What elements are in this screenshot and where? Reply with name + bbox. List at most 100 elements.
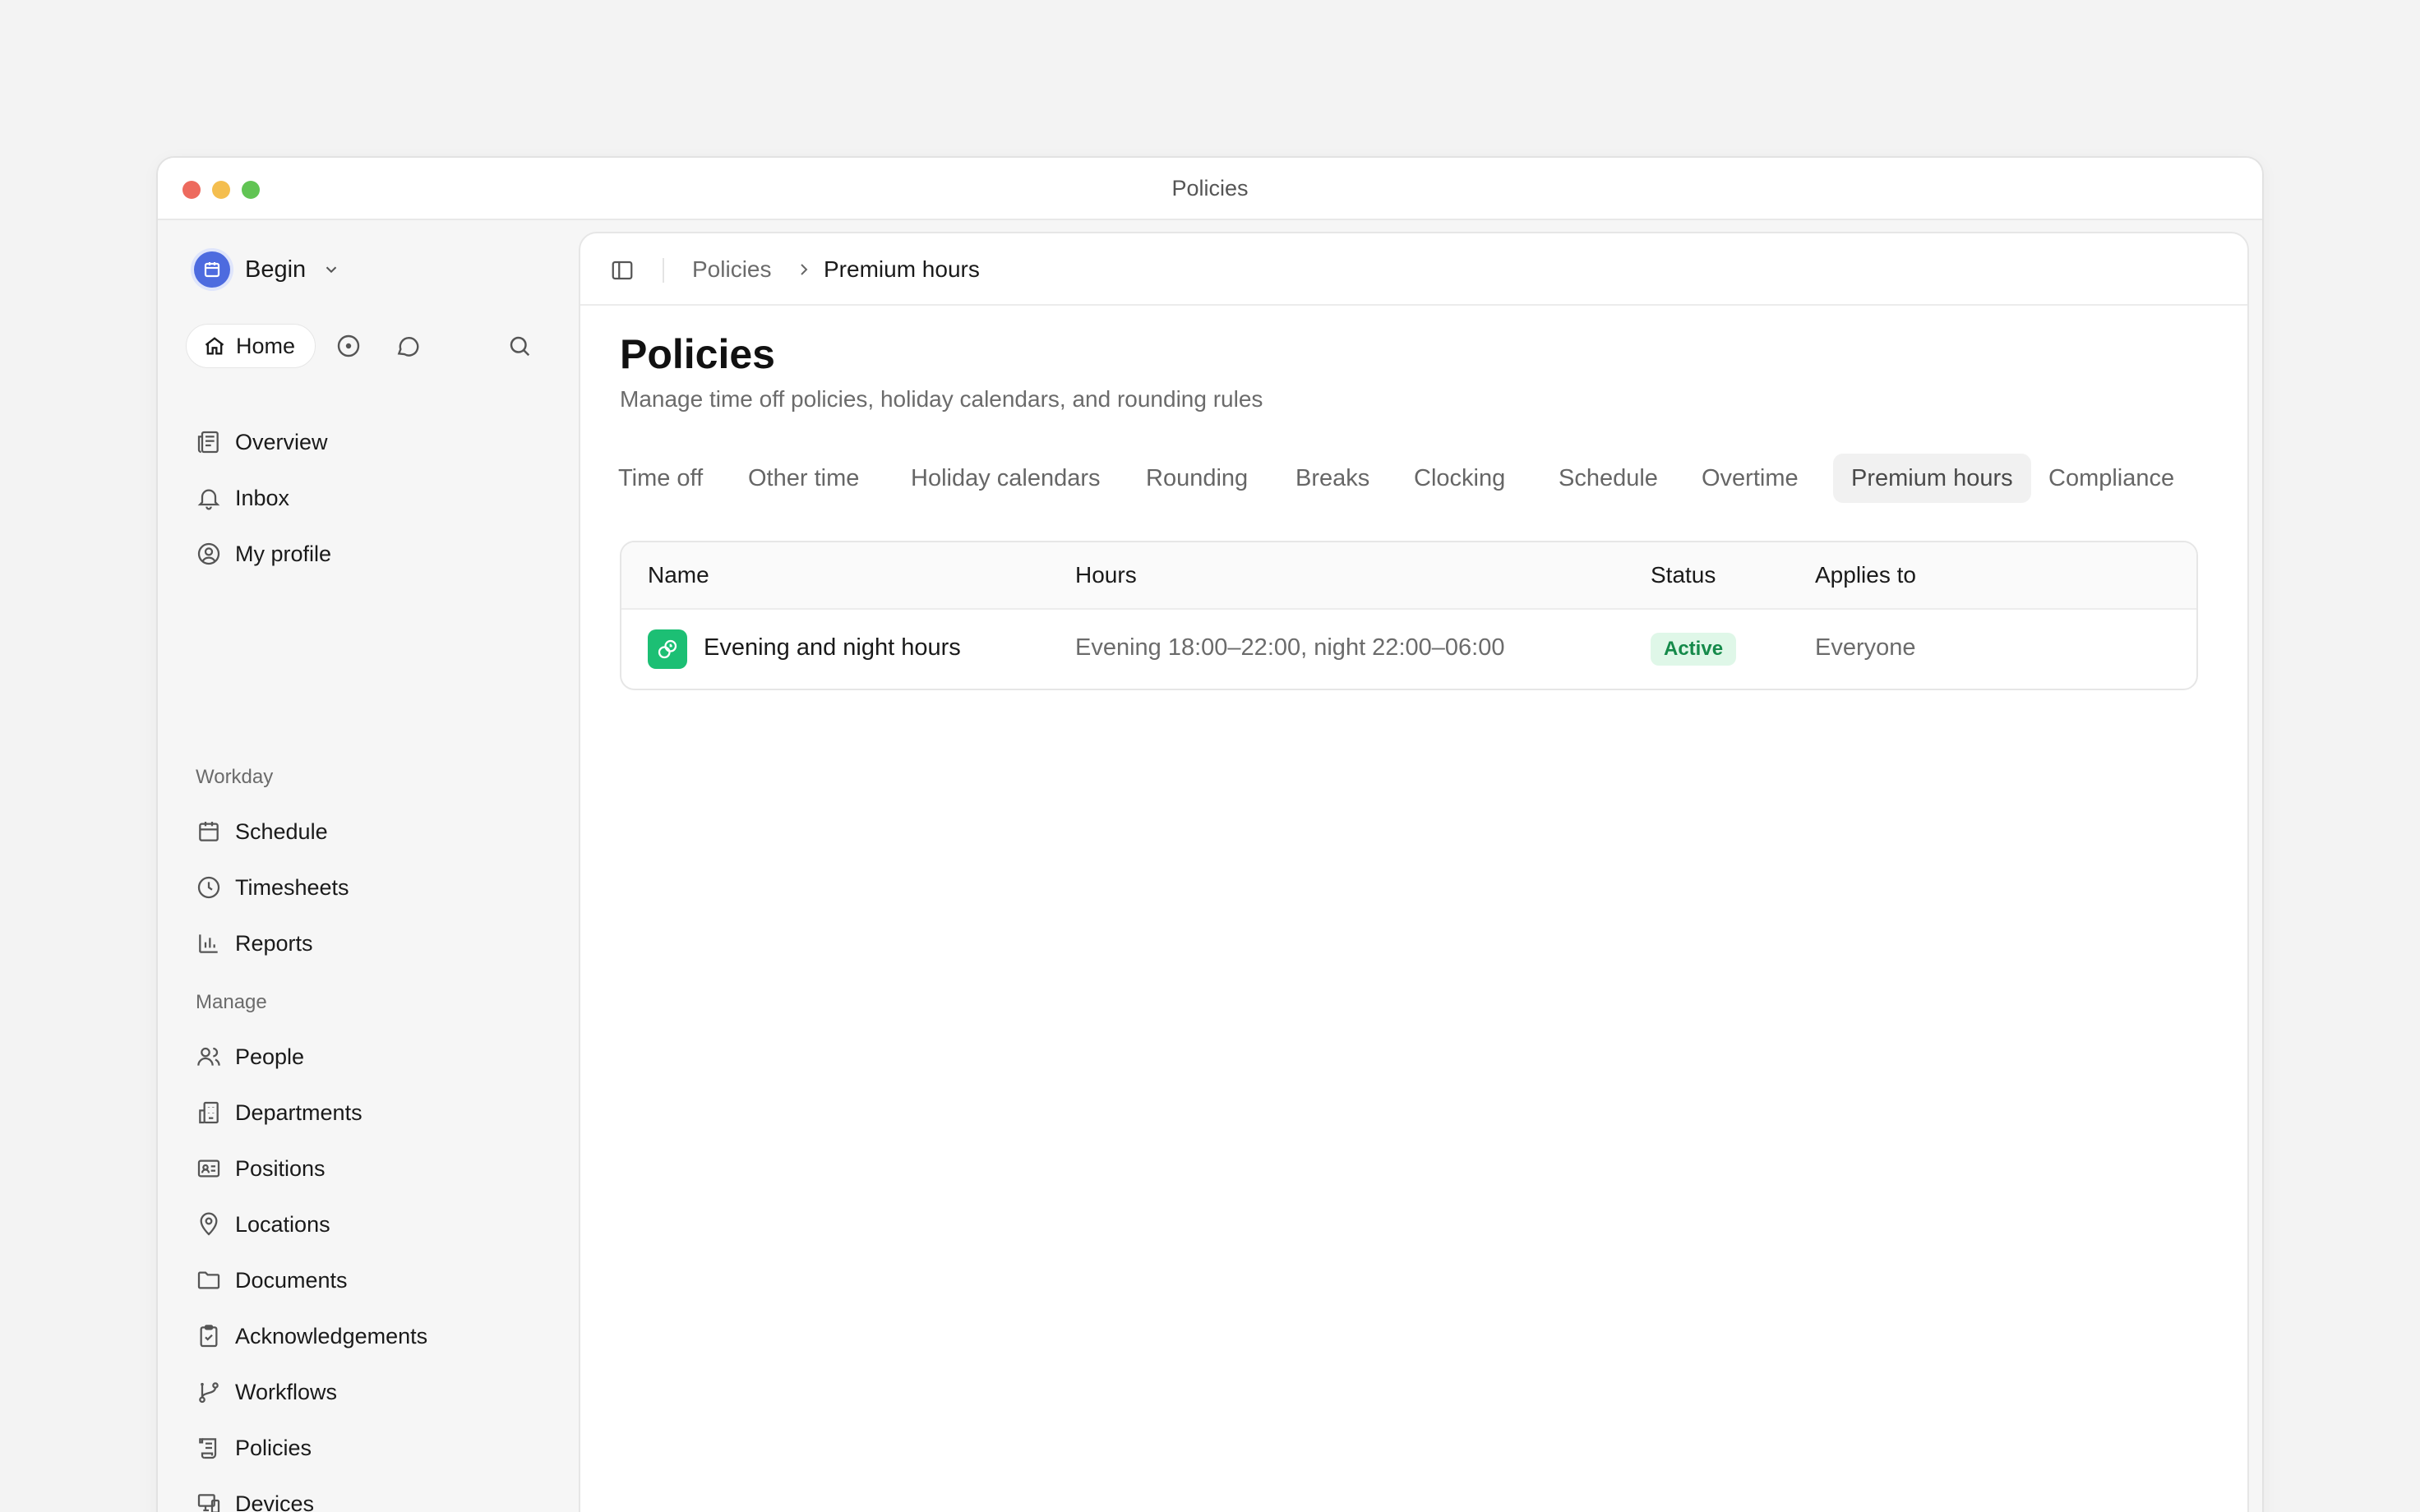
app-window: Policies Begin Home Overview Inbox My pr… (156, 156, 2264, 1512)
sidebar-item-workflows[interactable]: Workflows (196, 1376, 337, 1408)
sidebar-item-label: Workflows (235, 1379, 338, 1404)
tab-other-time[interactable]: Other time (730, 454, 877, 503)
page-subtitle: Manage time off policies, holiday calend… (620, 386, 1263, 412)
top-nav: Home (186, 324, 539, 368)
tab-schedule[interactable]: Schedule (1540, 454, 1676, 503)
messages-button[interactable] (393, 331, 423, 361)
sidebar-item-departments[interactable]: Departments (196, 1096, 363, 1129)
clipboard-check-icon (200, 1325, 218, 1348)
minimize-window-button[interactable] (212, 181, 230, 199)
sidebar-item-overview[interactable]: Overview (196, 426, 328, 459)
sidebar-item-label: Documents (235, 1267, 348, 1293)
breadcrumb-policies-link[interactable]: Policies (692, 256, 771, 283)
chevron-down-icon (326, 266, 337, 274)
sidebar-item-label: Policies (235, 1435, 312, 1460)
calendar-icon (199, 822, 219, 841)
workspace-switcher[interactable]: Begin (194, 251, 340, 288)
sidebar-item-acknowledgements[interactable]: Acknowledgements (196, 1320, 427, 1353)
sidebar-item-positions[interactable]: Positions (196, 1152, 326, 1185)
circle-dot-icon (337, 334, 360, 357)
chat-bubble-icon (397, 337, 419, 357)
users-icon (197, 1047, 220, 1066)
map-pin-icon (200, 1212, 218, 1236)
breadcrumb-bar: Policies Premium hours (580, 233, 2247, 306)
policy-applies-to: Everyone (1815, 634, 1916, 661)
tab-overtime[interactable]: Overtime (1683, 454, 1817, 503)
close-window-button[interactable] (182, 181, 201, 199)
window-title: Policies (1171, 175, 1249, 201)
chevron-right-icon (801, 264, 808, 275)
column-header-hours: Hours (1075, 562, 1137, 588)
tab-clocking[interactable]: Clocking (1396, 454, 1523, 503)
sidebar-item-label: Acknowledgements (235, 1323, 428, 1348)
premium-hours-icon (648, 629, 687, 669)
sidebar-item-label: Timesheets (235, 874, 349, 900)
title-bar: Policies (158, 158, 2262, 220)
premium-hours-table: Name Hours Status Applies to Evening and… (620, 541, 2198, 690)
sidebar-item-label: Schedule (235, 818, 328, 844)
section-heading-manage: Manage (196, 991, 267, 1013)
devices-icon (197, 1494, 220, 1512)
sidebar-item-label: Overview (235, 429, 328, 454)
folder-icon (197, 1271, 220, 1289)
zoom-window-button[interactable] (242, 181, 260, 199)
status-badge: Active (1651, 633, 1737, 666)
activity-button[interactable] (334, 331, 363, 361)
sidebar-item-people[interactable]: People (196, 1040, 304, 1073)
page-title: Policies (620, 331, 775, 377)
main-panel: Policies Premium hours Policies Manage t… (579, 232, 2249, 1512)
column-header-applies-to: Applies to (1815, 562, 1916, 588)
git-branch-icon (199, 1382, 219, 1404)
workspace-logo-icon (194, 251, 230, 288)
sidebar-item-schedule[interactable]: Schedule (196, 815, 328, 848)
tab-holiday-calendars[interactable]: Holiday calendars (893, 454, 1119, 503)
home-icon (205, 337, 224, 355)
table-header: Name Hours Status Applies to (621, 542, 2196, 610)
sidebar-item-label: Positions (235, 1155, 326, 1181)
tab-premium-hours[interactable]: Premium hours (1833, 454, 2031, 503)
sidebar: Begin Home Overview Inbox My profile Wor… (158, 220, 577, 1512)
bell-icon (197, 489, 220, 510)
column-header-name: Name (648, 562, 709, 588)
sidebar-item-label: Devices (235, 1491, 315, 1512)
sidebar-item-locations[interactable]: Locations (196, 1208, 330, 1241)
divider (663, 258, 664, 283)
sidebar-item-timesheets[interactable]: Timesheets (196, 871, 349, 904)
sidebar-toggle-icon[interactable] (610, 258, 635, 283)
traffic-lights (182, 181, 260, 199)
sidebar-item-label: My profile (235, 541, 332, 566)
tab-rounding[interactable]: Rounding (1128, 454, 1266, 503)
user-circle-icon (197, 542, 220, 565)
section-heading-workday: Workday (196, 766, 274, 788)
sidebar-item-documents[interactable]: Documents (196, 1264, 348, 1297)
column-header-status: Status (1651, 562, 1716, 588)
policy-hours: Evening 18:00–22:00, night 22:00–06:00 (1075, 634, 1505, 661)
sidebar-item-reports[interactable]: Reports (196, 927, 313, 960)
tab-time-off[interactable]: Time off (600, 454, 721, 503)
home-label: Home (236, 333, 296, 358)
home-button[interactable]: Home (186, 324, 316, 368)
sidebar-item-devices[interactable]: Devices (196, 1487, 314, 1512)
sidebar-item-label: Departments (235, 1099, 363, 1125)
tab-breaks[interactable]: Breaks (1277, 454, 1388, 503)
tab-compliance[interactable]: Compliance (2030, 454, 2192, 503)
search-button[interactable] (505, 331, 534, 361)
workspace-name: Begin (245, 256, 307, 283)
sidebar-item-my-profile[interactable]: My profile (196, 537, 331, 570)
sidebar-item-inbox[interactable]: Inbox (196, 482, 289, 514)
sidebar-item-label: Locations (235, 1211, 330, 1237)
breadcrumb-current: Premium hours (824, 256, 980, 282)
sidebar-item-label: People (235, 1044, 305, 1069)
newspaper-icon (197, 431, 219, 454)
table-row[interactable]: Evening and night hours Evening 18:00–22… (621, 610, 2196, 689)
scroll-icon (199, 1438, 217, 1459)
search-icon (510, 336, 530, 357)
sidebar-item-label: Reports (235, 930, 313, 956)
id-card-icon (197, 1159, 220, 1178)
building-icon (199, 1101, 219, 1124)
clock-icon (197, 876, 220, 899)
sidebar-item-policies[interactable]: Policies (196, 1431, 312, 1464)
bar-chart-icon (199, 934, 218, 953)
sidebar-item-label: Inbox (235, 485, 290, 510)
policy-name: Evening and night hours (704, 634, 961, 661)
